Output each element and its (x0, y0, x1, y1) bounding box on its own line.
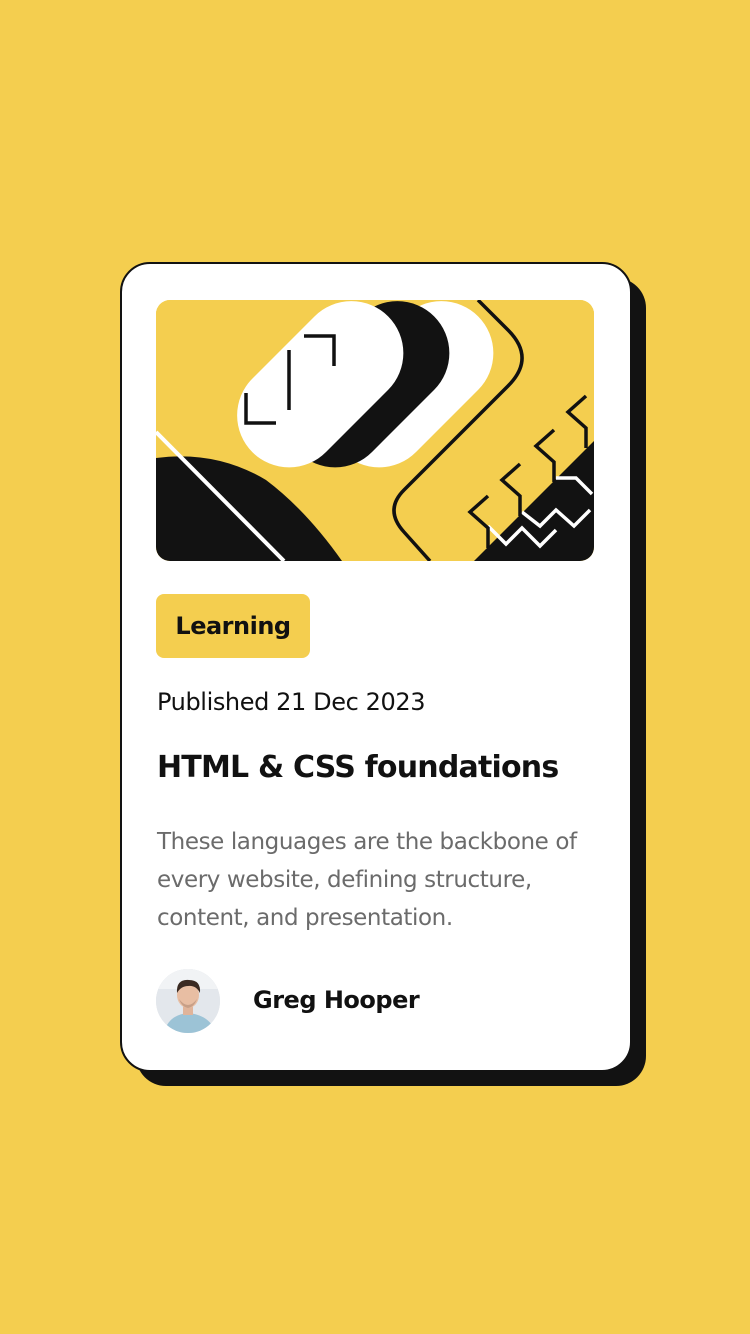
blog-preview-card: Learning Published 21 Dec 2023 HTML & CS… (120, 262, 632, 1072)
category-tag[interactable]: Learning (156, 594, 310, 658)
page-background: Learning Published 21 Dec 2023 HTML & CS… (0, 0, 750, 1334)
hero-illustration (156, 300, 594, 561)
author-avatar (156, 969, 220, 1033)
author-name: Greg Hooper (253, 986, 420, 1014)
card-title[interactable]: HTML & CSS foundations (157, 750, 559, 785)
card-description: These languages are the backbone of ever… (157, 829, 577, 931)
abstract-illustration-icon (156, 300, 594, 561)
published-date: Published 21 Dec 2023 (157, 688, 426, 716)
avatar-photo-icon (156, 969, 220, 1033)
